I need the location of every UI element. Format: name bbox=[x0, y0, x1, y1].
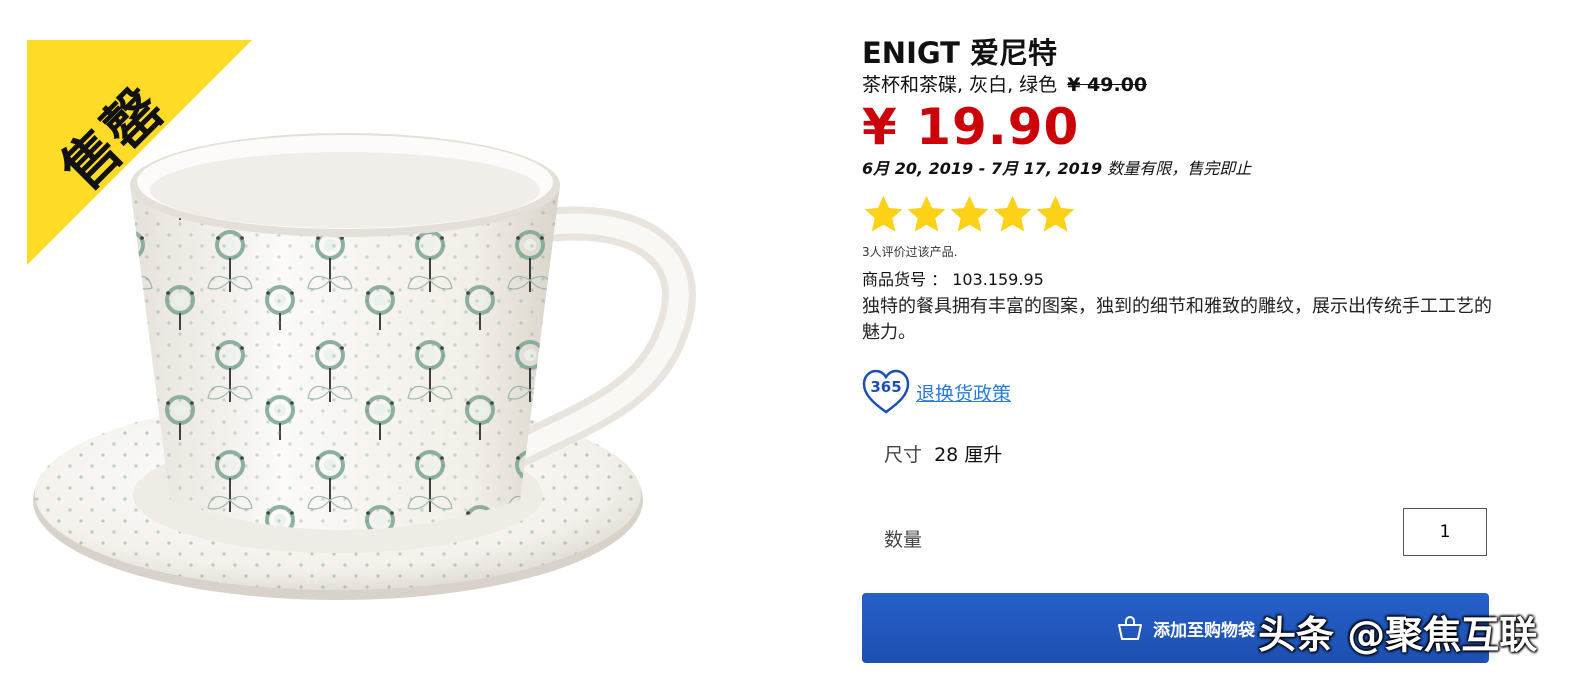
quantity-input[interactable] bbox=[1403, 508, 1487, 556]
original-price: ¥ 49.00 bbox=[1067, 74, 1148, 96]
article-number-row: 商品货号 ： 103.159.95 bbox=[862, 266, 1044, 290]
sale-price: ¥ 19.90 bbox=[862, 98, 1080, 156]
return-policy-link[interactable]: 退换货政策 bbox=[916, 379, 1011, 406]
size-row: 尺寸 28 厘升 bbox=[884, 440, 1002, 467]
size-value: 28 厘升 bbox=[934, 444, 1003, 466]
product-image: 售罄 bbox=[0, 0, 760, 673]
shopping-bag-icon bbox=[1118, 616, 1142, 640]
star-icon bbox=[864, 195, 903, 232]
promotion-period: 6月 20, 2019 - 7月 17, 2019 数量有限，售完即止 bbox=[862, 155, 1251, 179]
quantity-label: 数量 bbox=[884, 529, 923, 551]
review-count[interactable]: 3人评价过该产品. bbox=[862, 243, 957, 260]
rating-stars[interactable] bbox=[862, 193, 1077, 236]
availability-note: 数量有限，售完即止 bbox=[1107, 159, 1252, 178]
add-to-cart-label: 添加至购物袋 bbox=[1153, 620, 1255, 640]
heart-365-icon: 365 bbox=[862, 368, 910, 416]
return-days-label: 365 bbox=[870, 378, 901, 396]
star-icon bbox=[1036, 195, 1075, 232]
star-icon bbox=[907, 195, 946, 232]
return-policy: 365 退换货政策 bbox=[862, 368, 1011, 416]
article-number-label: 商品货号 ： bbox=[862, 270, 948, 289]
star-icon bbox=[993, 195, 1032, 232]
watermark: 头条 @聚焦互联 bbox=[1258, 613, 1538, 657]
star-icon bbox=[950, 195, 989, 232]
product-subtitle-row: 茶杯和茶碟, 灰白, 绿色 ¥ 49.00 bbox=[862, 70, 1147, 97]
article-number: 103.159.95 bbox=[952, 270, 1044, 289]
product-subtitle: 茶杯和茶碟, 灰白, 绿色 bbox=[862, 74, 1058, 96]
product-title: ENIGT 爱尼特 bbox=[862, 36, 1058, 70]
size-label: 尺寸 bbox=[884, 444, 923, 466]
product-description: 独特的餐具拥有丰富的图案，独到的细节和雅致的雕纹，展示出传统手工工艺的魅力。 bbox=[862, 296, 1492, 343]
promotion-dates: 6月 20, 2019 - 7月 17, 2019 bbox=[862, 159, 1103, 178]
